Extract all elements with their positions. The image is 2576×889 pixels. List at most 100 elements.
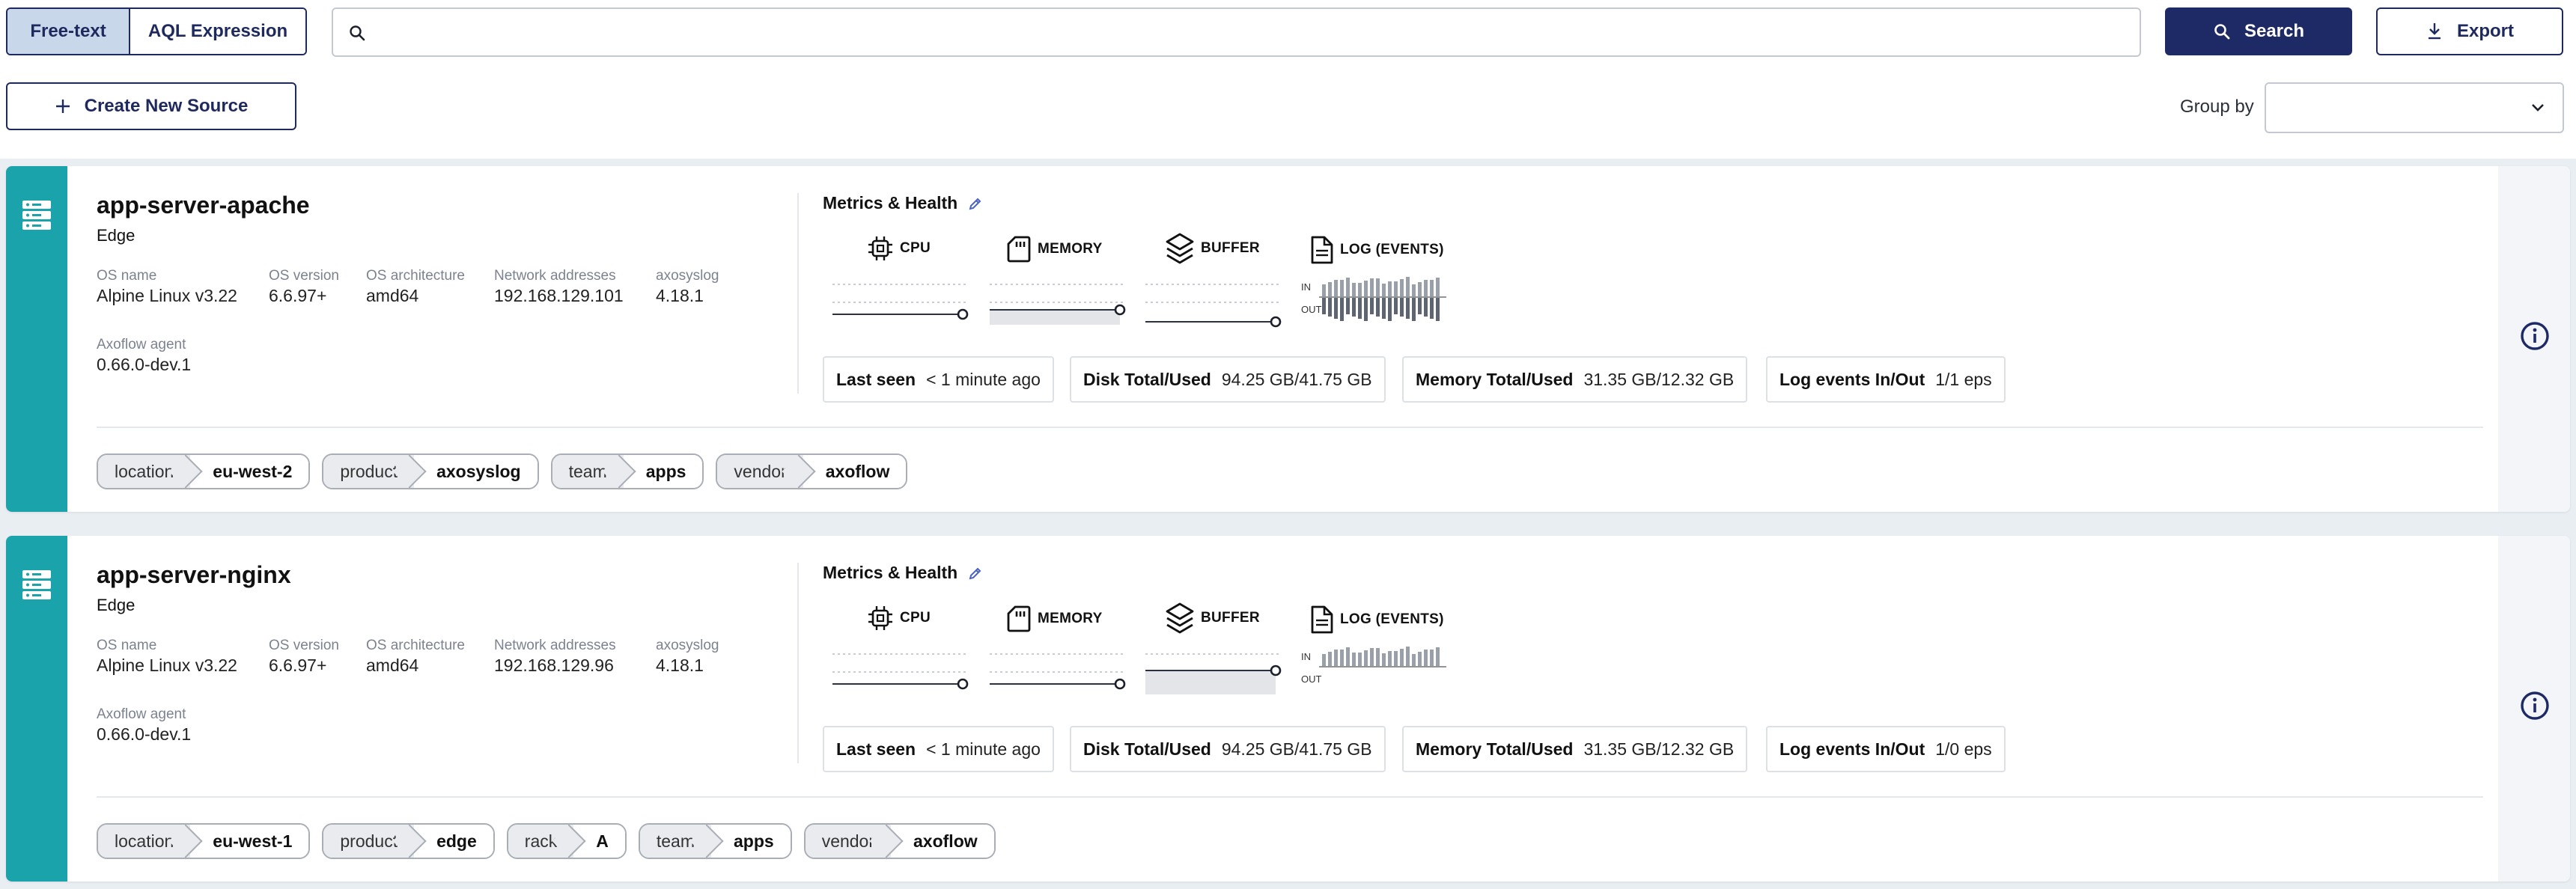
tag-key: vendor xyxy=(717,455,803,488)
divider xyxy=(97,427,2483,428)
field-label-os-arch: OS architecture xyxy=(366,268,465,284)
cpu-icon xyxy=(868,606,892,630)
label-tag[interactable]: product edge xyxy=(322,823,495,859)
memory-card-icon xyxy=(1007,236,1031,263)
metric-log: LOG (EVENTS) xyxy=(1309,235,1444,265)
field-label-os-name: OS name xyxy=(97,268,157,284)
metric-buffer: BUFFER xyxy=(1165,232,1260,265)
source-card[interactable]: app-server-apache Edge OS name Alpine Lin… xyxy=(6,166,2570,512)
field-label-os-version: OS version xyxy=(269,268,339,284)
stat-log-events: Log events In/Out 1/1 eps xyxy=(1766,356,2006,403)
search-input[interactable] xyxy=(378,15,2122,49)
field-value-agent: 0.66.0-dev.1 xyxy=(97,355,192,374)
metric-memory: MEMORY xyxy=(1006,605,1103,633)
stat-value: < 1 minute ago xyxy=(926,369,1041,389)
tag-key: rack xyxy=(508,825,574,858)
log-events-sparkline: IN OUT xyxy=(1301,277,1446,321)
field-value-os-arch: amd64 xyxy=(366,656,419,675)
stat-last-seen: Last seen < 1 minute ago xyxy=(823,726,1054,772)
metrics-health-label: Metrics & Health xyxy=(823,193,958,213)
metrics-health-title: Metrics & Health xyxy=(823,563,983,583)
stat-label: Disk Total/Used xyxy=(1083,369,1211,389)
stat-value: 31.35 GB/12.32 GB xyxy=(1583,739,1735,759)
metric-memory-label: MEMORY xyxy=(1038,241,1103,257)
tag-value: axosyslog xyxy=(414,455,538,488)
svg-text:OUT: OUT xyxy=(1301,673,1322,685)
metric-cpu: CPU xyxy=(867,605,931,632)
stat-label: Last seen xyxy=(836,369,916,389)
stat-disk: Disk Total/Used 94.25 GB/41.75 GB xyxy=(1070,356,1386,403)
tag-key: product xyxy=(323,455,415,488)
memory-sparkline xyxy=(990,284,1126,325)
aql-mode-button[interactable]: AQL Expression xyxy=(130,9,305,54)
stat-log-events: Log events In/Out 1/0 eps xyxy=(1766,726,2006,772)
create-source-button[interactable]: Create New Source xyxy=(6,82,296,130)
metrics-health-label: Metrics & Health xyxy=(823,563,958,582)
label-tag[interactable]: rack A xyxy=(506,823,627,859)
metric-buffer-label: BUFFER xyxy=(1201,240,1260,256)
divider xyxy=(797,193,799,394)
source-type-strip xyxy=(6,536,67,882)
stat-label: Log events In/Out xyxy=(1779,369,1925,389)
buffer-sparkline xyxy=(1145,653,1282,694)
stat-disk: Disk Total/Used 94.25 GB/41.75 GB xyxy=(1070,726,1386,772)
field-label-network: Network addresses xyxy=(494,268,616,284)
info-icon[interactable] xyxy=(2519,690,2551,721)
source-name[interactable]: app-server-apache xyxy=(97,192,310,219)
server-icon xyxy=(22,570,51,599)
metric-cpu: CPU xyxy=(867,235,931,262)
server-icon xyxy=(22,201,51,230)
tag-key: location xyxy=(98,455,191,488)
label-tag[interactable]: vendor axoflow xyxy=(803,823,996,859)
memory-sparkline xyxy=(990,653,1126,690)
log-file-icon xyxy=(1311,236,1333,264)
stat-label: Disk Total/Used xyxy=(1083,739,1211,759)
tag-key: location xyxy=(98,825,191,858)
tag-value: eu-west-1 xyxy=(190,825,309,858)
field-value-os-arch: amd64 xyxy=(366,286,419,305)
metric-log-label: LOG (EVENTS) xyxy=(1340,242,1444,257)
groupby-select[interactable] xyxy=(2265,82,2564,133)
edit-pencil-icon[interactable] xyxy=(968,196,983,211)
search-icon xyxy=(350,25,365,41)
source-kind: Edge xyxy=(97,596,136,614)
stat-value: 31.35 GB/12.32 GB xyxy=(1583,369,1735,389)
export-button[interactable]: Export xyxy=(2376,7,2563,55)
tag-value: eu-west-2 xyxy=(190,455,309,488)
log-events-sparkline: IN OUT xyxy=(1301,647,1446,685)
metric-buffer: BUFFER xyxy=(1165,602,1260,635)
layers-icon xyxy=(1166,602,1194,634)
download-icon xyxy=(2428,23,2440,40)
stat-label: Memory Total/Used xyxy=(1416,369,1574,389)
label-tag[interactable]: team apps xyxy=(638,823,792,859)
export-button-label: Export xyxy=(2456,21,2514,41)
source-card[interactable]: app-server-nginx Edge OS name Alpine Linu… xyxy=(6,536,2570,882)
card-side-panel xyxy=(2498,166,2570,512)
metric-log-label: LOG (EVENTS) xyxy=(1340,611,1444,627)
tag-value: axoflow xyxy=(891,825,994,858)
label-tag[interactable]: product axosyslog xyxy=(322,453,539,489)
stat-last-seen: Last seen < 1 minute ago xyxy=(823,356,1054,403)
stat-value: 94.25 GB/41.75 GB xyxy=(1221,739,1372,759)
svg-text:OUT: OUT xyxy=(1301,304,1322,315)
field-value-os-version: 6.6.97+ xyxy=(269,656,327,675)
freetext-mode-button[interactable]: Free-text xyxy=(7,9,130,54)
field-value-axosyslog: 4.18.1 xyxy=(656,656,704,675)
metric-cpu-label: CPU xyxy=(900,240,931,256)
search-button[interactable]: Search xyxy=(2165,7,2352,55)
info-icon[interactable] xyxy=(2519,320,2551,352)
stat-value: < 1 minute ago xyxy=(926,739,1041,759)
label-tag[interactable]: location eu-west-2 xyxy=(97,453,311,489)
stat-value: 94.25 GB/41.75 GB xyxy=(1221,369,1372,389)
field-label-axosyslog: axosyslog xyxy=(656,638,719,653)
label-tag[interactable]: location eu-west-1 xyxy=(97,823,311,859)
chevron-down-icon xyxy=(2532,104,2544,111)
label-tag[interactable]: vendor axoflow xyxy=(716,453,908,489)
buffer-sparkline xyxy=(1145,284,1282,328)
source-name[interactable]: app-server-nginx xyxy=(97,561,291,589)
search-box[interactable] xyxy=(332,7,2141,57)
label-tag[interactable]: team apps xyxy=(550,453,704,489)
field-label-os-name: OS name xyxy=(97,638,157,653)
edit-pencil-icon[interactable] xyxy=(968,566,983,581)
field-value-os-name: Alpine Linux v3.22 xyxy=(97,286,237,305)
